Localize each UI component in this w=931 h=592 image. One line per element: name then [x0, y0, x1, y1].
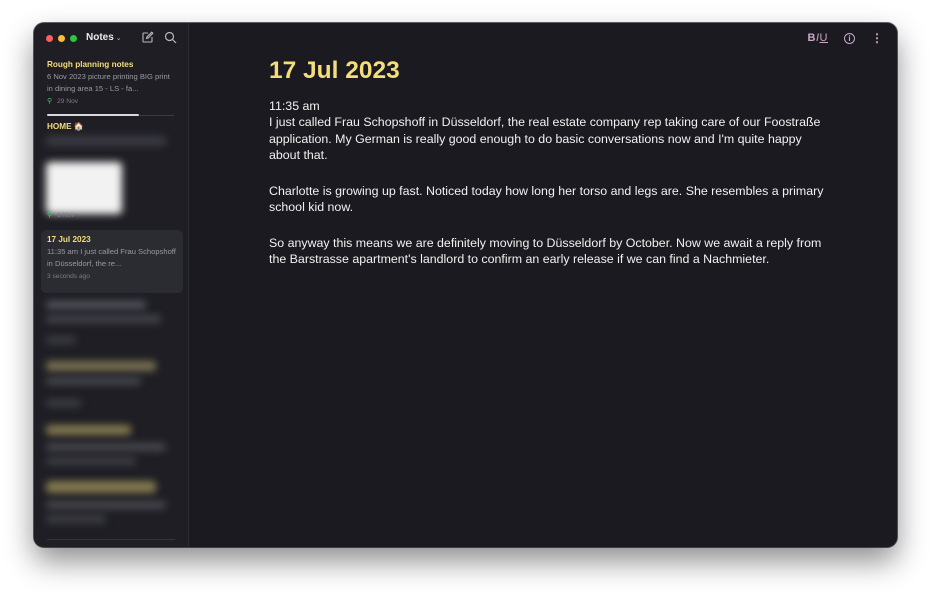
chevron-down-icon: ⌄ [115, 35, 122, 42]
blurred-note [46, 481, 156, 493]
blurred-note [46, 443, 166, 451]
note-date: 3 seconds ago [47, 273, 90, 280]
search-icon[interactable] [164, 31, 177, 44]
sidebar-titlebar: Notes ⌄ [34, 23, 189, 53]
note-heading: 17 Jul 2023 [269, 57, 400, 84]
list-divider [139, 115, 174, 116]
notes-window: Notes ⌄ Rough planning notes 6 Nov 2023 p… [34, 23, 897, 547]
bold-icon: B [807, 32, 816, 44]
notes-sidebar: Notes ⌄ Rough planning notes 6 Nov 2023 p… [34, 23, 189, 547]
scroll-indicator [47, 114, 139, 116]
note-paragraph: 11:35 am I just called Frau Schopshoff i… [269, 99, 821, 162]
note-paragraph: Charlotte is growing up fast. Noticed to… [269, 183, 824, 214]
note-title: 17 Jul 2023 [47, 235, 91, 244]
blurred-note [46, 315, 161, 323]
note-date: 1 Nov [57, 212, 75, 219]
note-meta: ⚲ 29 Nov [47, 96, 177, 108]
folder-selector[interactable]: Notes ⌄ [86, 32, 122, 43]
note-date: 29 Nov [57, 98, 79, 105]
text-format-button[interactable]: BIU [808, 32, 828, 44]
blurred-note [46, 515, 106, 523]
zoom-window-button[interactable] [70, 35, 77, 42]
note-thumbnail [46, 162, 122, 214]
info-icon[interactable]: i [844, 32, 855, 44]
blurred-note [46, 377, 141, 385]
blurred-note [46, 501, 166, 509]
pin-icon: ⚲ [47, 212, 53, 219]
note-list-item-selected[interactable]: 17 Jul 2023 11:35 am I just called Frau … [41, 230, 183, 293]
compose-icon[interactable] [141, 31, 154, 44]
minimize-window-button[interactable] [58, 35, 65, 42]
note-content[interactable]: 17 Jul 2023 11:35 am I just called Frau … [269, 56, 829, 287]
blurred-note [46, 301, 146, 309]
note-list-item[interactable]: Rough planning notes 6 Nov 2023 picture … [41, 55, 183, 112]
list-divider [47, 539, 175, 540]
note-editor[interactable]: BIU i ⋮ 17 Jul 2023 11:35 am I just call… [190, 23, 897, 547]
blurred-note [46, 425, 131, 435]
blurred-note [46, 457, 136, 465]
folder-title: Notes [86, 32, 114, 43]
editor-toolbar: BIU i ⋮ [808, 31, 883, 45]
note-title: HOME 🏠 [47, 122, 85, 131]
blurred-note [46, 336, 76, 344]
note-title: Rough planning notes [47, 60, 134, 69]
note-snippet: 6 Nov 2023 picture printing BIG print in… [47, 72, 170, 93]
blurred-note [46, 361, 156, 371]
more-options-icon[interactable]: ⋮ [871, 32, 883, 44]
note-list-item[interactable]: HOME 🏠 [41, 117, 183, 137]
note-snippet: 11:35 am I just called Frau Schopshoff i… [47, 247, 176, 268]
underline-icon: U [819, 32, 828, 44]
note-paragraph: So anyway this means we are definitely m… [269, 235, 822, 267]
close-window-button[interactable] [46, 35, 53, 42]
blurred-note [46, 399, 81, 407]
pin-icon: ⚲ [47, 98, 53, 105]
note-meta: ⚲ 1 Nov [47, 211, 74, 219]
blurred-snippet [46, 136, 166, 146]
